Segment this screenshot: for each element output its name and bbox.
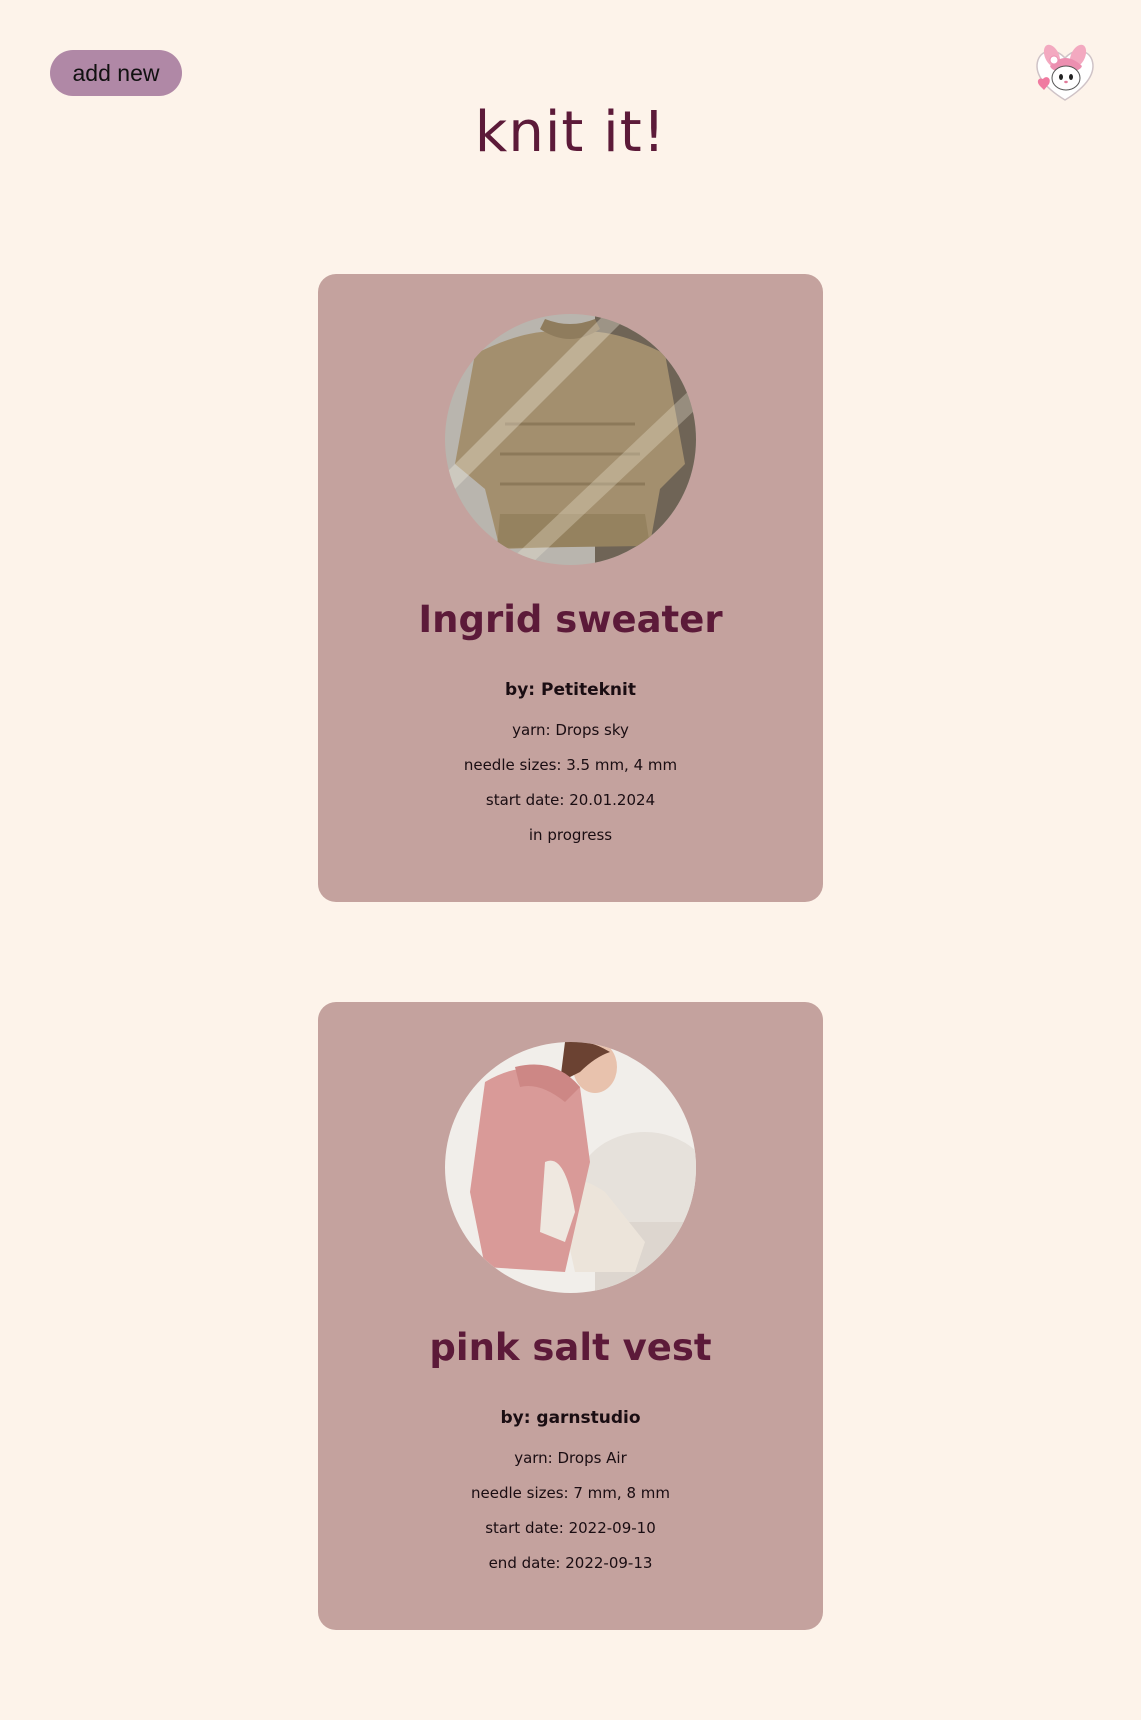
project-needles: needle sizes: 3.5 mm, 4 mm [463, 756, 678, 774]
project-end-date: end date: 2022-09-13 [488, 1554, 653, 1572]
project-status: in progress [528, 826, 613, 844]
project-start-date: start date: 20.01.2024 [485, 791, 656, 809]
project-photo [445, 314, 696, 565]
project-card[interactable]: pink salt vest by: garnstudio yarn: Drop… [318, 1002, 823, 1630]
project-needles: needle sizes: 7 mm, 8 mm [471, 1484, 670, 1502]
project-start-date: start date: 2022-09-10 [485, 1519, 656, 1537]
project-photo [445, 1042, 696, 1293]
add-new-button[interactable]: add new [50, 50, 182, 96]
project-yarn: yarn: Drops Air [514, 1449, 627, 1467]
project-author: by: garnstudio [500, 1408, 641, 1428]
project-author: by: Petiteknit [505, 680, 636, 700]
page-title: knit it! [474, 100, 667, 165]
project-title: pink salt vest [429, 1326, 712, 1369]
project-yarn: yarn: Drops sky [512, 721, 629, 739]
project-title: Ingrid sweater [418, 598, 723, 641]
bunny-mascot-icon[interactable] [1030, 42, 1100, 104]
project-card[interactable]: Ingrid sweater by: Petiteknit yarn: Drop… [318, 274, 823, 902]
